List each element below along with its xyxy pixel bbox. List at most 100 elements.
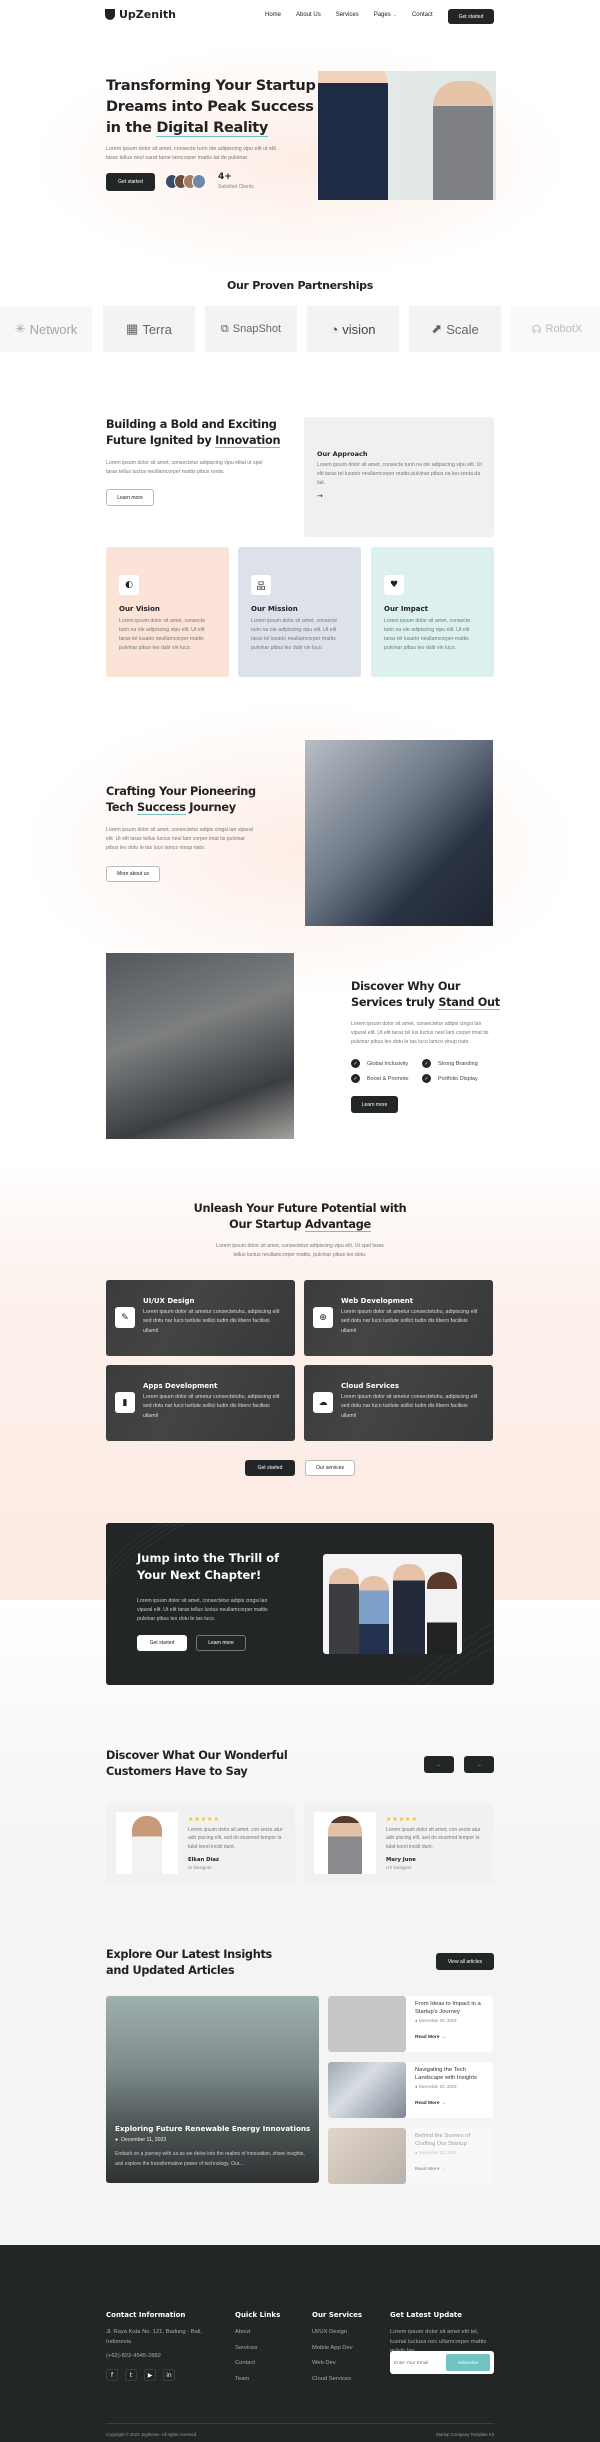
service-card-uiux[interactable]: ✎ UI/UX Design Lorem ipsum dolor sit ame…: [106, 1280, 295, 1356]
check-circle-icon: ✓: [351, 1074, 360, 1083]
subscribe-button[interactable]: Subscribe: [446, 2354, 490, 2371]
testimonials-next-button[interactable]: →: [464, 1756, 494, 1773]
footer-link-services[interactable]: Services: [235, 2345, 257, 2351]
services-title-highlight: Advantage: [304, 1218, 371, 1232]
hero-get-started-button[interactable]: Get started: [106, 173, 155, 191]
snapshot-icon: ⧉: [220, 322, 229, 335]
arrow-right-icon: →: [440, 2167, 446, 2172]
site-header: UpZenith Home About Us Services Pages ⌄ C…: [105, 8, 495, 24]
footer-service-link[interactable]: Mobile App Dev: [312, 2345, 353, 2351]
journey-title: Crafting Your Pioneering Tech Success Jo…: [106, 785, 256, 815]
read-more-link[interactable]: Read More →: [415, 2101, 446, 2106]
partners-title: Our Proven Partnerships: [226, 279, 374, 292]
email-input[interactable]: [394, 2356, 444, 2369]
footer-link-contact[interactable]: Contact: [235, 2360, 255, 2366]
featured-article-title: Exploring Future Renewable Energy Innova…: [115, 2124, 311, 2133]
featured-article-description: Embark on a journey with us as we delve …: [115, 2151, 305, 2167]
pen-tool-icon: ✎: [115, 1307, 135, 1328]
clients-label: Satisfied Clients: [218, 184, 254, 190]
hero-description: Lorem ipsum dolor sit amet, consecte tur…: [106, 146, 276, 161]
arrow-left-icon: ←: [436, 1761, 442, 1768]
arrow-right-icon: →: [440, 2101, 446, 2106]
scale-icon: ⬈: [431, 321, 443, 336]
service-card-apps[interactable]: ▮ Apps Development Lorem ipsum dolor sit…: [106, 1365, 295, 1441]
standout-title: Discover Why Our Services truly Stand Ou…: [351, 980, 500, 1010]
read-more-link[interactable]: Read More →: [415, 2035, 446, 2040]
article-item[interactable]: From Ideas to Impact in a Startup's Jour…: [328, 1996, 493, 2052]
article-item[interactable]: Behind the Scenes of Crafting Our Startu…: [328, 2128, 493, 2184]
nav-about[interactable]: About Us: [296, 12, 321, 18]
facebook-icon[interactable]: f: [106, 2369, 118, 2381]
cloud-upload-icon: ☁: [313, 1392, 333, 1413]
service-title: Cloud Services: [341, 1382, 400, 1390]
journey-glow: [20, 700, 580, 1000]
approach-card: Our Approach Lorem ipsum dolor sit amet,…: [304, 417, 494, 537]
services-get-started-button[interactable]: Get started: [245, 1460, 295, 1476]
team-image: [323, 1554, 462, 1654]
standout-title-highlight: Stand Out: [438, 996, 500, 1010]
article-title: From Ideas to Impact in a Startup's Jour…: [415, 2001, 481, 2015]
footer-service-link[interactable]: Cloud Services: [312, 2376, 351, 2382]
featured-article-date: ● December 11, 2023: [115, 2137, 167, 2143]
nav-pages[interactable]: Pages ⌄: [374, 12, 397, 18]
vision-icon: ◔: [330, 321, 339, 337]
nav-pages-label: Pages: [373, 12, 391, 18]
robotx-icon: ☊: [531, 323, 542, 336]
testimonial-card: ★★★★★ Lorem ipsum dolor sit amet, con se…: [106, 1804, 295, 1884]
linkedin-icon[interactable]: in: [163, 2369, 175, 2381]
person-woman: [433, 81, 493, 200]
network-icon: ✳: [14, 321, 26, 336]
service-card-web[interactable]: ⊕ Web Development Lorem ipsum dolor sit …: [304, 1280, 493, 1356]
testimonials-prev-button[interactable]: ←: [424, 1756, 454, 1773]
nav-services[interactable]: Services: [336, 12, 359, 18]
journey-image: [305, 740, 493, 926]
customer-role: UX Designer: [386, 1865, 412, 1870]
arrow-right-icon: →: [476, 1761, 482, 1768]
journey-description: Lorem ipsum dolor sit amet, consectetur …: [106, 827, 254, 851]
article-item[interactable]: Navigating the Tech Landscape with Insig…: [328, 2062, 493, 2118]
banner-learn-more-button[interactable]: Learn more: [196, 1635, 246, 1651]
articles-title: Explore Our Latest Insights and Updated …: [106, 1948, 272, 1977]
more-about-us-button[interactable]: More about us: [106, 866, 160, 882]
rating-stars: ★★★★★: [386, 1816, 418, 1823]
vision-title: Our Vision: [119, 605, 160, 613]
person-man: [318, 71, 388, 200]
read-more-link[interactable]: Read More →: [415, 2167, 446, 2172]
cta-banner: Jump into the Thrill of Your Next Chapte…: [106, 1523, 494, 1685]
footer-service-link[interactable]: UI/UX Design: [312, 2329, 347, 2335]
testimonials-title: Discover What Our Wonderful Customers Ha…: [106, 1749, 288, 1778]
partner-logo-snapshot: ⧉ SnapShot: [205, 306, 297, 352]
logo[interactable]: UpZenith: [105, 8, 176, 21]
footer-link-about[interactable]: About: [235, 2329, 250, 2335]
service-title: Apps Development: [143, 1382, 218, 1390]
newsletter-section: Get Latest Update: [390, 2311, 462, 2319]
article-date: ● November 20, 2023: [415, 2018, 457, 2023]
standout-learn-more-button[interactable]: Learn more: [351, 1096, 398, 1113]
featured-article[interactable]: Exploring Future Renewable Energy Innova…: [106, 1996, 319, 2183]
our-services-button[interactable]: Our services: [305, 1460, 355, 1476]
approach-title: Our Approach: [317, 450, 368, 458]
nav-contact[interactable]: Contact: [412, 12, 433, 18]
rating-stars: ★★★★★: [188, 1816, 220, 1823]
hero-image: [318, 71, 496, 200]
service-description: Lorem ipsum dolor sit ametur consectetuh…: [143, 1394, 280, 1419]
service-description: Lorem ipsum dolor sit ametur consectetuh…: [143, 1309, 280, 1334]
twitter-icon[interactable]: t: [125, 2369, 137, 2381]
youtube-icon[interactable]: ▶: [144, 2369, 156, 2381]
contact-address: Jl. Raya Kuta No. 121, Badung - Bali, Ind…: [106, 2329, 203, 2345]
arrow-right-icon[interactable]: →: [317, 492, 323, 500]
view-all-articles-button[interactable]: View all articles: [436, 1953, 494, 1970]
footer-service-link[interactable]: Web Dev: [312, 2360, 336, 2366]
service-card-cloud[interactable]: ☁ Cloud Services Lorem ipsum dolor sit a…: [304, 1365, 493, 1441]
about-learn-more-button[interactable]: Learn more: [106, 489, 154, 506]
template-kit-text: Startup Company Template Kit: [435, 2432, 494, 2437]
about-description: Lorem ipsum dolor sit amet, consectetur …: [106, 460, 263, 475]
footer-divider: [106, 2423, 494, 2424]
banner-get-started-button[interactable]: Get started: [137, 1635, 187, 1651]
nav-home[interactable]: Home: [265, 12, 281, 18]
vision-card: ◐ Our Vision Lorem ipsum dolor sit amet,…: [106, 547, 229, 677]
clients-count: 4+: [218, 172, 232, 182]
contact-section: Contact Information: [106, 2311, 185, 2319]
footer-link-team[interactable]: Team: [235, 2376, 249, 2382]
header-get-started-button[interactable]: Get started: [448, 9, 494, 24]
